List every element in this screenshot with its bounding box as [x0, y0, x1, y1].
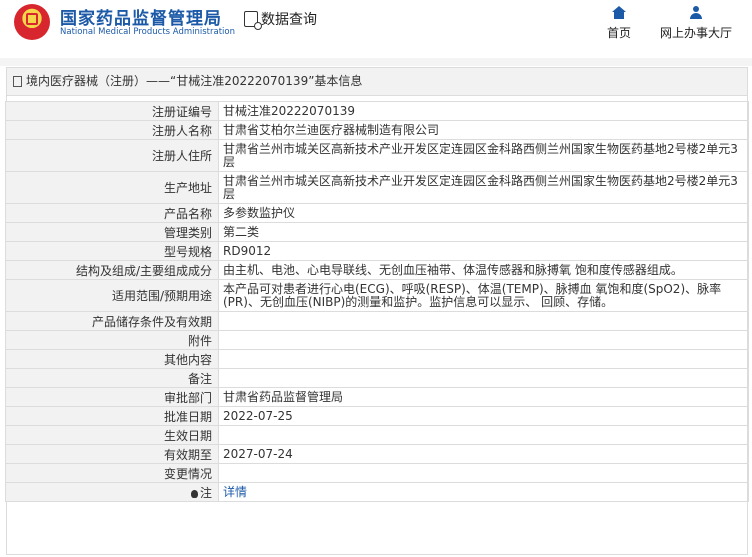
note-label-cell: 注	[5, 482, 219, 502]
table-row: 生产地址 甘肃省兰州市城关区高新技术产业开发区定连园区金科路西侧兰州国家生物医药基…	[5, 171, 749, 204]
row-label: 产品储存条件及有效期	[5, 311, 219, 331]
home-icon	[612, 6, 626, 20]
row-label: 生效日期	[5, 425, 219, 445]
table-row: 其他内容	[5, 349, 749, 369]
row-label: 产品名称	[5, 203, 219, 223]
table-row: 审批部门 甘肃省药品监督管理局	[5, 387, 749, 407]
row-label: 型号规格	[5, 241, 219, 261]
row-value: 甘肃省艾柏尔兰迪医疗器械制造有限公司	[218, 120, 749, 140]
row-value: 由主机、电池、心电导联线、无创血压袖带、体温传感器和脉搏氧 饱和度传感器组成。	[218, 260, 749, 280]
header-divider-band	[0, 58, 752, 66]
row-value	[218, 368, 749, 388]
org-name-cn: 国家药品监督管理局	[60, 9, 222, 29]
row-label: 注册人名称	[5, 120, 219, 140]
table-row: 有效期至 2027-07-24	[5, 444, 749, 464]
row-value: RD9012	[218, 241, 749, 261]
nav-home-label: 首页	[607, 26, 632, 40]
row-label: 生产地址	[5, 171, 219, 204]
table-row: 型号规格 RD9012	[5, 241, 749, 261]
row-value	[218, 311, 749, 331]
table-row: 注册证编号 甘械注准20222070139	[5, 101, 749, 121]
document-icon	[13, 76, 22, 87]
table-row: 注 详情	[5, 482, 749, 502]
nav-home[interactable]: 首页	[607, 6, 631, 41]
row-label: 结构及组成/主要组成成分	[5, 260, 219, 280]
table-row: 产品名称 多参数监护仪	[5, 203, 749, 223]
row-label: 备注	[5, 368, 219, 388]
row-value: 2022-07-25	[218, 406, 749, 426]
row-label: 其他内容	[5, 349, 219, 369]
row-value: 甘肃省兰州市城关区高新技术产业开发区定连园区金科路西侧兰州国家生物医药基地2号楼…	[218, 171, 749, 204]
row-label: 适用范围/预期用途	[5, 279, 219, 312]
national-emblem-logo	[14, 4, 50, 40]
details-link[interactable]: 详情	[223, 485, 247, 499]
row-value: 甘肃省药品监督管理局	[218, 387, 749, 407]
table-row: 变更情况	[5, 463, 749, 483]
table-row: 产品储存条件及有效期	[5, 311, 749, 331]
data-query-link[interactable]: 数据查询	[244, 9, 317, 30]
org-name-en: National Medical Products Administration	[60, 27, 235, 37]
row-value: 甘械注准20222070139	[218, 101, 749, 121]
row-value: 甘肃省兰州市城关区高新技术产业开发区定连园区金科路西侧兰州国家生物医药基地2号楼…	[218, 139, 749, 172]
table-row: 结构及组成/主要组成成分 由主机、电池、心电导联线、无创血压袖带、体温传感器和脉搏…	[5, 260, 749, 280]
nav-online-service-hall-label: 网上办事大厅	[660, 26, 733, 40]
table-row: 批准日期 2022-07-25	[5, 406, 749, 426]
row-value	[218, 463, 749, 483]
search-document-icon	[244, 11, 262, 30]
row-label: 注	[199, 485, 212, 500]
table-row: 生效日期	[5, 425, 749, 445]
lightbulb-icon	[190, 489, 198, 498]
row-value: 本产品可对患者进行心电(ECG)、呼吸(RESP)、体温(TEMP)、脉搏血 氧…	[218, 279, 749, 312]
note-value-cell: 详情	[218, 482, 749, 502]
row-value: 多参数监护仪	[218, 203, 749, 223]
panel-title: 境内医疗器械（注册）——“甘械注准20222070139”基本信息	[26, 74, 363, 88]
row-value: 第二类	[218, 222, 749, 242]
row-label: 有效期至	[5, 444, 219, 464]
row-label: 管理类别	[5, 222, 219, 242]
detail-table: 注册证编号 甘械注准20222070139 注册人名称 甘肃省艾柏尔兰迪医疗器械制造…	[5, 101, 749, 502]
table-row: 注册人名称 甘肃省艾柏尔兰迪医疗器械制造有限公司	[5, 120, 749, 140]
site-header: 国家药品监督管理局 National Medical Products Admi…	[0, 0, 752, 58]
nav-online-service-hall[interactable]: 网上办事大厅	[660, 6, 732, 41]
table-row: 适用范围/预期用途 本产品可对患者进行心电(ECG)、呼吸(RESP)、体温(TE…	[5, 279, 749, 312]
row-value	[218, 425, 749, 445]
table-row: 管理类别 第二类	[5, 222, 749, 242]
row-value	[218, 330, 749, 350]
user-icon	[689, 6, 703, 20]
panel-title-bar: 境内医疗器械（注册）——“甘械注准20222070139”基本信息	[7, 68, 747, 96]
row-label: 附件	[5, 330, 219, 350]
table-row: 附件	[5, 330, 749, 350]
row-label: 审批部门	[5, 387, 219, 407]
row-label: 注册证编号	[5, 101, 219, 121]
table-row: 注册人住所 甘肃省兰州市城关区高新技术产业开发区定连园区金科路西侧兰州国家生物医药…	[5, 139, 749, 172]
row-label: 注册人住所	[5, 139, 219, 172]
row-value	[218, 349, 749, 369]
row-label: 变更情况	[5, 463, 219, 483]
table-row: 备注	[5, 368, 749, 388]
data-query-label: 数据查询	[261, 12, 317, 28]
row-label: 批准日期	[5, 406, 219, 426]
row-value: 2027-07-24	[218, 444, 749, 464]
